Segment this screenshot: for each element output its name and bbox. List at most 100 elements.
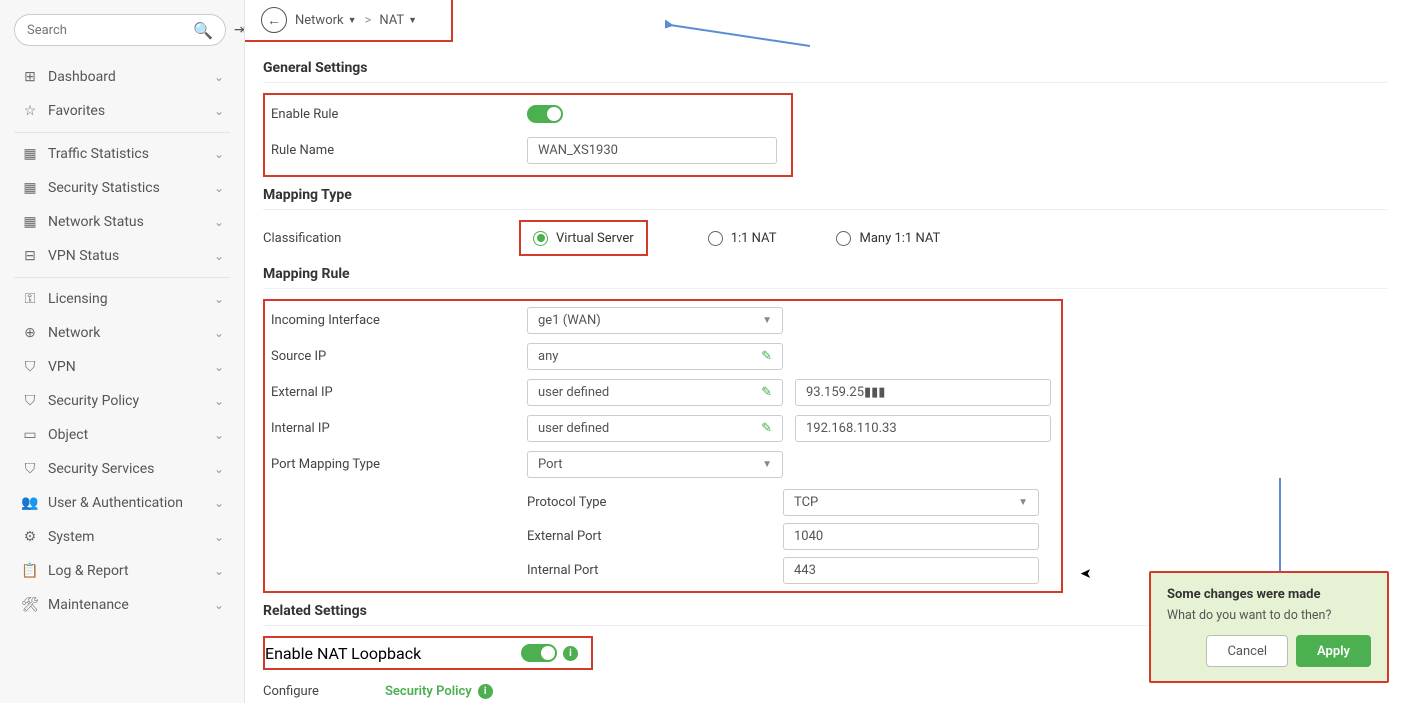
radio-virtual-server[interactable]: Virtual Server [533, 231, 634, 246]
cancel-button[interactable]: Cancel [1206, 635, 1288, 667]
chevron-down-icon: ⌄ [214, 394, 224, 408]
select-port-mapping-type[interactable]: Port ▼ [527, 451, 783, 478]
stats-icon: ▦ [20, 214, 40, 230]
label-port-mapping-type: Port Mapping Type [271, 457, 527, 472]
edit-icon[interactable]: ✎ [761, 349, 772, 364]
users-icon: 👥 [20, 495, 40, 511]
stats-icon: ▦ [20, 146, 40, 162]
select-incoming-interface[interactable]: ge1 (WAN) ▼ [527, 307, 783, 334]
radio-label: Virtual Server [556, 231, 634, 246]
chevron-down-icon: ⌄ [214, 598, 224, 612]
shield-icon: ⛉ [20, 461, 40, 477]
breadcrumb-nat[interactable]: NAT ▼ [379, 13, 417, 28]
nav-label: Security Policy [48, 393, 214, 409]
stats-icon: ▦ [20, 180, 40, 196]
radio-label: Many 1:1 NAT [859, 231, 940, 246]
label-configure: Configure [263, 684, 373, 699]
nav-group-config: ⚿Licensing⌄ ⊕Network⌄ ⛉VPN⌄ ⛉Security Po… [14, 278, 230, 626]
info-icon[interactable]: i [563, 646, 578, 661]
field-value: user defined [538, 385, 609, 400]
nav-traffic-statistics[interactable]: ▦Traffic Statistics⌄ [14, 137, 230, 171]
nav-label: Object [48, 427, 214, 443]
nav-vpn[interactable]: ⛉VPN⌄ [14, 350, 230, 384]
toggle-nat-loopback[interactable] [521, 644, 557, 662]
section-mapping-type: Mapping Type [263, 187, 1387, 203]
nav-favorites[interactable]: ☆ Favorites ⌄ [14, 94, 230, 128]
nav-dashboard[interactable]: ⊞ Dashboard ⌄ [14, 60, 230, 94]
label-internal-port: Internal Port [527, 563, 783, 578]
breadcrumb-network[interactable]: Network ▼ [295, 13, 357, 28]
chevron-down-icon: ⌄ [214, 326, 224, 340]
label-external-port: External Port [527, 529, 783, 544]
chevron-down-icon: ⌄ [214, 70, 224, 84]
breadcrumb-separator: > [365, 13, 372, 28]
back-button[interactable]: ← [261, 7, 287, 33]
label-internal-ip: Internal IP [271, 421, 527, 436]
nav-label: User & Authentication [48, 495, 214, 511]
dropdown-icon: ▼ [762, 459, 772, 470]
clipboard-icon: 📋 [20, 563, 40, 579]
nav-licensing[interactable]: ⚿Licensing⌄ [14, 282, 230, 316]
toggle-enable-rule[interactable] [527, 105, 563, 123]
nav-network-status[interactable]: ▦Network Status⌄ [14, 205, 230, 239]
object-icon: ▭ [20, 427, 40, 443]
field-source-ip[interactable]: any ✎ [527, 343, 783, 370]
label-external-ip: External IP [271, 385, 527, 400]
edit-icon[interactable]: ✎ [761, 421, 772, 436]
radio-many-11-nat[interactable]: Many 1:1 NAT [836, 231, 940, 246]
search-box[interactable]: 🔍 [14, 14, 226, 46]
nav-vpn-status[interactable]: ⊟VPN Status⌄ [14, 239, 230, 273]
nav-label: Security Services [48, 461, 214, 477]
wrench-icon: 🛠 [20, 597, 40, 613]
radio-label: 1:1 NAT [731, 231, 777, 246]
collapse-sidebar-icon[interactable]: ⇥ [232, 20, 245, 40]
nav-label: Maintenance [48, 597, 214, 613]
nav-security-statistics[interactable]: ▦Security Statistics⌄ [14, 171, 230, 205]
chevron-down-icon: ⌄ [214, 181, 224, 195]
input-external-ip[interactable] [795, 379, 1051, 406]
link-security-policy[interactable]: Security Policy [385, 684, 472, 699]
label-protocol-type: Protocol Type [527, 495, 783, 510]
nav-label: Licensing [48, 291, 214, 307]
nav-log-report[interactable]: 📋 Log & Report⌄ [14, 554, 230, 588]
breadcrumb-label: NAT [379, 13, 404, 28]
radio-11-nat[interactable]: 1:1 NAT [708, 231, 777, 246]
field-external-ip-mode[interactable]: user defined ✎ [527, 379, 783, 406]
cursor-icon: ➤ [1080, 566, 1092, 582]
select-value: TCP [794, 495, 818, 510]
field-internal-ip-mode[interactable]: user defined ✎ [527, 415, 783, 442]
nav-security-policy[interactable]: ⛉Security Policy⌄ [14, 384, 230, 418]
nav-network[interactable]: ⊕Network⌄ [14, 316, 230, 350]
nav-system[interactable]: ⚙System⌄ [14, 520, 230, 554]
apply-button[interactable]: Apply [1296, 635, 1371, 667]
nav-user-auth[interactable]: 👥User & Authentication⌄ [14, 486, 230, 520]
field-value: any [538, 349, 558, 364]
nav-object[interactable]: ▭ Object⌄ [14, 418, 230, 452]
label-incoming-interface: Incoming Interface [271, 313, 527, 328]
nav-security-services[interactable]: ⛉Security Services⌄ [14, 452, 230, 486]
chevron-down-icon: ⌄ [214, 428, 224, 442]
breadcrumb-label: Network [295, 13, 344, 28]
toast-subtitle: What do you want to do then? [1167, 608, 1371, 623]
input-internal-port[interactable] [783, 557, 1039, 584]
dropdown-icon: ▼ [348, 15, 357, 26]
nav-label: VPN [48, 359, 214, 375]
search-input[interactable] [27, 23, 193, 38]
info-icon[interactable]: i [478, 684, 493, 699]
globe-icon: ⊕ [20, 325, 40, 341]
nav-label: System [48, 529, 214, 545]
input-internal-ip[interactable] [795, 415, 1051, 442]
field-value: user defined [538, 421, 609, 436]
edit-icon[interactable]: ✎ [761, 385, 772, 400]
toast-title: Some changes were made [1167, 587, 1371, 602]
chevron-down-icon: ⌄ [214, 564, 224, 578]
main-area: ← Network ▼ > NAT ▼ General Settings Ena… [245, 0, 1405, 703]
sidebar: 🔍 ⇥ ⊞ Dashboard ⌄ ☆ Favorites ⌄ ▦Traffic… [0, 0, 245, 703]
nav-label: Log & Report [48, 563, 214, 579]
input-rule-name[interactable] [527, 137, 777, 164]
input-external-port[interactable] [783, 523, 1039, 550]
label-enable-nat-loopback: Enable NAT Loopback [265, 644, 521, 663]
nav-maintenance[interactable]: 🛠 Maintenance⌄ [14, 588, 230, 622]
changes-toast: Some changes were made What do you want … [1149, 571, 1389, 683]
select-protocol-type[interactable]: TCP ▼ [783, 489, 1039, 516]
